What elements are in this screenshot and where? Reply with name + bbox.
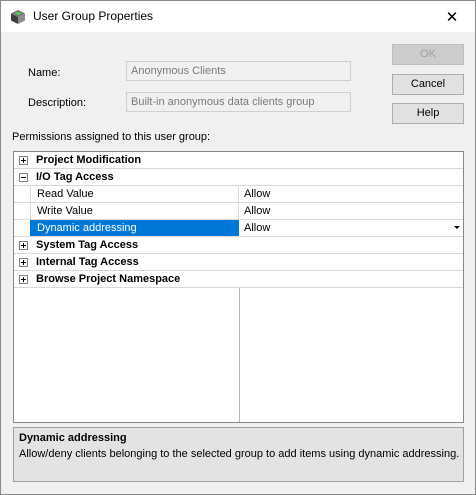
name-label: Name: <box>28 67 61 79</box>
cube-app-icon <box>11 10 25 24</box>
help-button[interactable]: Help <box>392 103 464 124</box>
expand-plus-icon[interactable] <box>19 241 28 250</box>
category-label: System Tag Access <box>36 239 139 251</box>
category-io-tag-access[interactable]: I/O Tag Access <box>14 169 463 186</box>
collapse-minus-icon[interactable] <box>19 173 28 182</box>
permissions-heading: Permissions assigned to this user group: <box>12 131 211 143</box>
property-value[interactable]: Allow <box>240 186 463 202</box>
description-field[interactable]: Built-in anonymous data clients group <box>126 92 351 112</box>
help-description: Allow/deny clients belonging to the sele… <box>19 448 460 460</box>
close-button[interactable]: ✕ <box>429 1 475 32</box>
property-name: Read Value <box>30 186 239 202</box>
chevron-down-icon[interactable] <box>454 226 460 229</box>
category-label: Project Modification <box>36 154 142 166</box>
help-pane: Dynamic addressing Allow/deny clients be… <box>13 427 464 482</box>
expand-plus-icon[interactable] <box>19 156 28 165</box>
name-field[interactable]: Anonymous Clients <box>126 61 351 81</box>
property-value-dropdown[interactable]: Allow <box>240 220 463 236</box>
permissions-grid[interactable]: Project Modification I/O Tag Access Read… <box>13 151 464 423</box>
column-splitter[interactable] <box>239 288 240 422</box>
category-internal-tag-access[interactable]: Internal Tag Access <box>14 254 463 271</box>
property-value[interactable]: Allow <box>240 203 463 219</box>
close-icon: ✕ <box>445 8 459 26</box>
property-name: Dynamic addressing <box>30 220 239 236</box>
category-project-modification[interactable]: Project Modification <box>14 152 463 169</box>
dialog-window: User Group Properties ✕ Name: Anonymous … <box>0 0 476 495</box>
property-row-write-value[interactable]: Write Value Allow <box>14 203 463 220</box>
ok-button[interactable]: OK <box>392 44 464 65</box>
category-label: Browse Project Namespace <box>36 273 181 285</box>
description-label: Description: <box>28 97 87 109</box>
property-name: Write Value <box>30 203 239 219</box>
cancel-button[interactable]: Cancel <box>392 74 464 95</box>
expand-plus-icon[interactable] <box>19 258 28 267</box>
help-title: Dynamic addressing <box>19 432 127 444</box>
category-system-tag-access[interactable]: System Tag Access <box>14 237 463 254</box>
property-row-read-value[interactable]: Read Value Allow <box>14 186 463 203</box>
category-label: Internal Tag Access <box>36 256 139 268</box>
expand-plus-icon[interactable] <box>19 275 28 284</box>
title-bar[interactable]: User Group Properties ✕ <box>1 1 475 32</box>
dropdown-selected-value: Allow <box>244 222 271 234</box>
category-label: I/O Tag Access <box>36 171 114 183</box>
category-browse-project-namespace[interactable]: Browse Project Namespace <box>14 271 463 288</box>
window-title: User Group Properties <box>33 9 154 23</box>
property-row-dynamic-addressing[interactable]: Dynamic addressing Allow <box>14 220 463 237</box>
